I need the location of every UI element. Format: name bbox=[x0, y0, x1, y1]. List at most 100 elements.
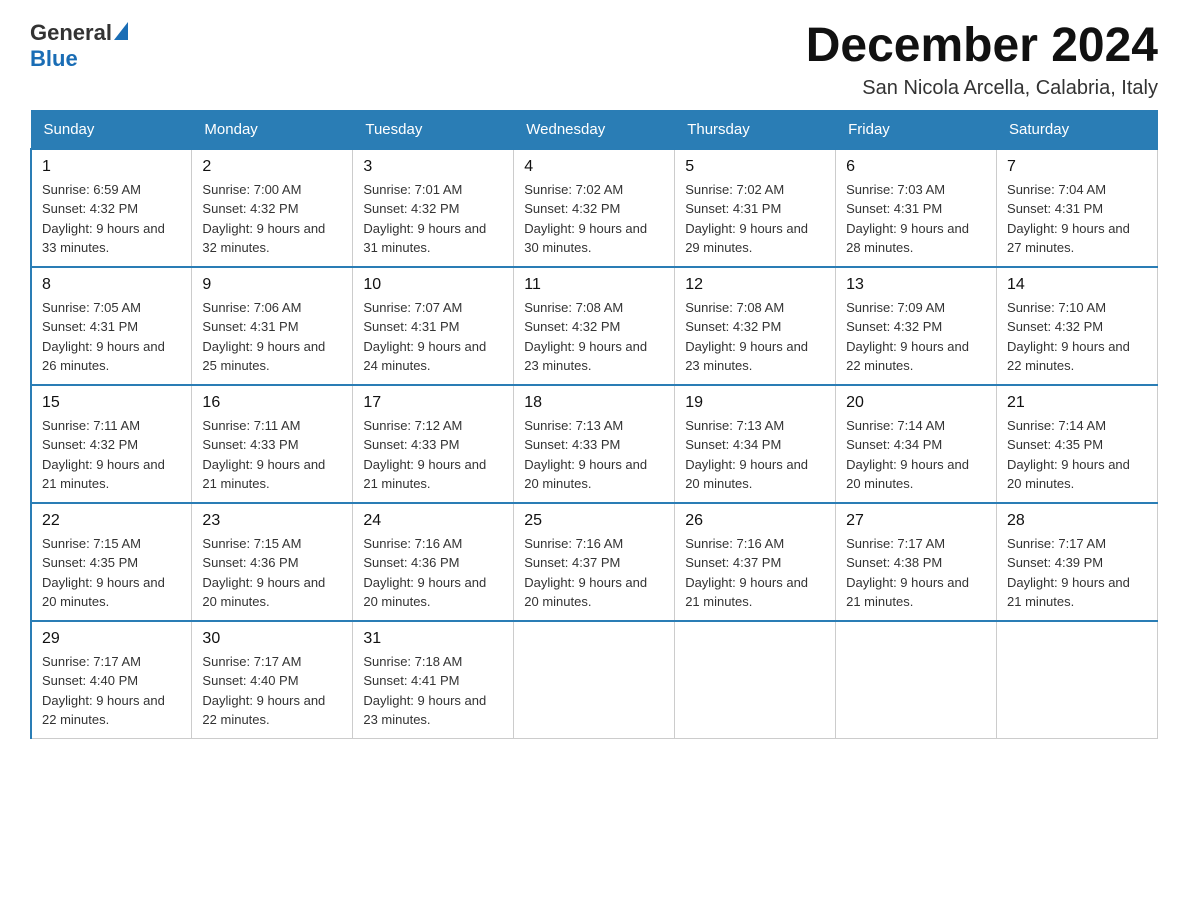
calendar-cell: 11 Sunrise: 7:08 AMSunset: 4:32 PMDayligh… bbox=[514, 267, 675, 385]
day-info: Sunrise: 7:08 AMSunset: 4:32 PMDaylight:… bbox=[524, 298, 664, 376]
day-number: 8 bbox=[42, 276, 181, 294]
day-info: Sunrise: 7:13 AMSunset: 4:33 PMDaylight:… bbox=[524, 416, 664, 494]
day-number: 24 bbox=[363, 512, 503, 530]
day-number: 31 bbox=[363, 630, 503, 648]
day-number: 26 bbox=[685, 512, 825, 530]
logo-blue-text: Blue bbox=[30, 46, 78, 72]
day-number: 3 bbox=[363, 158, 503, 176]
calendar-week-row: 15 Sunrise: 7:11 AMSunset: 4:32 PMDayligh… bbox=[31, 385, 1158, 503]
calendar-cell: 31 Sunrise: 7:18 AMSunset: 4:41 PMDayligh… bbox=[353, 621, 514, 739]
calendar-cell: 17Sunrise: 7:12 AMSunset: 4:33 PMDayligh… bbox=[353, 385, 514, 503]
calendar-week-row: 1Sunrise: 6:59 AMSunset: 4:32 PMDaylight… bbox=[31, 149, 1158, 267]
calendar-table: SundayMondayTuesdayWednesdayThursdayFrid… bbox=[30, 110, 1158, 739]
calendar-cell: 22 Sunrise: 7:15 AMSunset: 4:35 PMDayligh… bbox=[31, 503, 192, 621]
day-number: 4 bbox=[524, 158, 664, 176]
calendar-cell: 21 Sunrise: 7:14 AMSunset: 4:35 PMDayligh… bbox=[997, 385, 1158, 503]
day-number: 22 bbox=[42, 512, 181, 530]
day-info: Sunrise: 7:03 AMSunset: 4:31 PMDaylight:… bbox=[846, 180, 986, 258]
calendar-cell: 6 Sunrise: 7:03 AMSunset: 4:31 PMDaylight… bbox=[836, 149, 997, 267]
day-info: Sunrise: 7:16 AMSunset: 4:37 PMDaylight:… bbox=[685, 534, 825, 612]
calendar-cell: 23Sunrise: 7:15 AMSunset: 4:36 PMDayligh… bbox=[192, 503, 353, 621]
day-number: 11 bbox=[524, 276, 664, 294]
calendar-cell bbox=[836, 621, 997, 739]
day-number: 18 bbox=[524, 394, 664, 412]
calendar-cell: 25 Sunrise: 7:16 AMSunset: 4:37 PMDayligh… bbox=[514, 503, 675, 621]
day-number: 25 bbox=[524, 512, 664, 530]
day-info: Sunrise: 7:11 AMSunset: 4:32 PMDaylight:… bbox=[42, 416, 181, 494]
day-number: 20 bbox=[846, 394, 986, 412]
calendar-cell: 14Sunrise: 7:10 AMSunset: 4:32 PMDayligh… bbox=[997, 267, 1158, 385]
day-number: 9 bbox=[202, 276, 342, 294]
day-of-week-header-friday: Friday bbox=[836, 110, 997, 149]
day-info: Sunrise: 6:59 AMSunset: 4:32 PMDaylight:… bbox=[42, 180, 181, 258]
calendar-cell bbox=[997, 621, 1158, 739]
day-info: Sunrise: 7:09 AMSunset: 4:32 PMDaylight:… bbox=[846, 298, 986, 376]
day-info: Sunrise: 7:17 AMSunset: 4:40 PMDaylight:… bbox=[42, 652, 181, 730]
day-info: Sunrise: 7:15 AMSunset: 4:36 PMDaylight:… bbox=[202, 534, 342, 612]
day-info: Sunrise: 7:02 AMSunset: 4:32 PMDaylight:… bbox=[524, 180, 664, 258]
calendar-cell: 18 Sunrise: 7:13 AMSunset: 4:33 PMDayligh… bbox=[514, 385, 675, 503]
day-number: 14 bbox=[1007, 276, 1147, 294]
day-number: 10 bbox=[363, 276, 503, 294]
day-number: 28 bbox=[1007, 512, 1147, 530]
day-info: Sunrise: 7:02 AMSunset: 4:31 PMDaylight:… bbox=[685, 180, 825, 258]
day-info: Sunrise: 7:18 AMSunset: 4:41 PMDaylight:… bbox=[363, 652, 503, 730]
day-info: Sunrise: 7:15 AMSunset: 4:35 PMDaylight:… bbox=[42, 534, 181, 612]
calendar-cell: 16Sunrise: 7:11 AMSunset: 4:33 PMDayligh… bbox=[192, 385, 353, 503]
calendar-cell: 20 Sunrise: 7:14 AMSunset: 4:34 PMDayligh… bbox=[836, 385, 997, 503]
calendar-cell: 29 Sunrise: 7:17 AMSunset: 4:40 PMDayligh… bbox=[31, 621, 192, 739]
day-info: Sunrise: 7:01 AMSunset: 4:32 PMDaylight:… bbox=[363, 180, 503, 258]
day-number: 13 bbox=[846, 276, 986, 294]
day-info: Sunrise: 7:07 AMSunset: 4:31 PMDaylight:… bbox=[363, 298, 503, 376]
day-number: 19 bbox=[685, 394, 825, 412]
day-number: 6 bbox=[846, 158, 986, 176]
day-info: Sunrise: 7:08 AMSunset: 4:32 PMDaylight:… bbox=[685, 298, 825, 376]
day-number: 17 bbox=[363, 394, 503, 412]
day-number: 21 bbox=[1007, 394, 1147, 412]
calendar-cell bbox=[675, 621, 836, 739]
day-info: Sunrise: 7:17 AMSunset: 4:40 PMDaylight:… bbox=[202, 652, 342, 730]
calendar-cell bbox=[514, 621, 675, 739]
day-info: Sunrise: 7:16 AMSunset: 4:37 PMDaylight:… bbox=[524, 534, 664, 612]
day-of-week-header-tuesday: Tuesday bbox=[353, 110, 514, 149]
day-info: Sunrise: 7:17 AMSunset: 4:38 PMDaylight:… bbox=[846, 534, 986, 612]
calendar-cell: 5 Sunrise: 7:02 AMSunset: 4:31 PMDaylight… bbox=[675, 149, 836, 267]
day-info: Sunrise: 7:00 AMSunset: 4:32 PMDaylight:… bbox=[202, 180, 342, 258]
day-number: 15 bbox=[42, 394, 181, 412]
day-info: Sunrise: 7:14 AMSunset: 4:35 PMDaylight:… bbox=[1007, 416, 1147, 494]
day-info: Sunrise: 7:06 AMSunset: 4:31 PMDaylight:… bbox=[202, 298, 342, 376]
day-info: Sunrise: 7:11 AMSunset: 4:33 PMDaylight:… bbox=[202, 416, 342, 494]
calendar-cell: 24 Sunrise: 7:16 AMSunset: 4:36 PMDayligh… bbox=[353, 503, 514, 621]
day-of-week-header-sunday: Sunday bbox=[31, 110, 192, 149]
calendar-cell: 3 Sunrise: 7:01 AMSunset: 4:32 PMDaylight… bbox=[353, 149, 514, 267]
calendar-cell: 13 Sunrise: 7:09 AMSunset: 4:32 PMDayligh… bbox=[836, 267, 997, 385]
calendar-cell: 27Sunrise: 7:17 AMSunset: 4:38 PMDayligh… bbox=[836, 503, 997, 621]
calendar-cell: 2 Sunrise: 7:00 AMSunset: 4:32 PMDaylight… bbox=[192, 149, 353, 267]
day-info: Sunrise: 7:17 AMSunset: 4:39 PMDaylight:… bbox=[1007, 534, 1147, 612]
calendar-cell: 19 Sunrise: 7:13 AMSunset: 4:34 PMDayligh… bbox=[675, 385, 836, 503]
calendar-week-row: 29 Sunrise: 7:17 AMSunset: 4:40 PMDayligh… bbox=[31, 621, 1158, 739]
location-subtitle: San Nicola Arcella, Calabria, Italy bbox=[806, 77, 1158, 100]
logo: General Blue bbox=[30, 20, 128, 72]
day-number: 30 bbox=[202, 630, 342, 648]
calendar-cell: 28 Sunrise: 7:17 AMSunset: 4:39 PMDayligh… bbox=[997, 503, 1158, 621]
day-number: 2 bbox=[202, 158, 342, 176]
calendar-cell: 26 Sunrise: 7:16 AMSunset: 4:37 PMDayligh… bbox=[675, 503, 836, 621]
calendar-cell: 30 Sunrise: 7:17 AMSunset: 4:40 PMDayligh… bbox=[192, 621, 353, 739]
calendar-cell: 9 Sunrise: 7:06 AMSunset: 4:31 PMDaylight… bbox=[192, 267, 353, 385]
calendar-week-row: 22 Sunrise: 7:15 AMSunset: 4:35 PMDayligh… bbox=[31, 503, 1158, 621]
calendar-week-row: 8Sunrise: 7:05 AMSunset: 4:31 PMDaylight… bbox=[31, 267, 1158, 385]
day-info: Sunrise: 7:16 AMSunset: 4:36 PMDaylight:… bbox=[363, 534, 503, 612]
day-number: 29 bbox=[42, 630, 181, 648]
day-number: 5 bbox=[685, 158, 825, 176]
calendar-cell: 8Sunrise: 7:05 AMSunset: 4:31 PMDaylight… bbox=[31, 267, 192, 385]
logo-triangle-icon bbox=[114, 22, 128, 40]
day-info: Sunrise: 7:13 AMSunset: 4:34 PMDaylight:… bbox=[685, 416, 825, 494]
day-info: Sunrise: 7:14 AMSunset: 4:34 PMDaylight:… bbox=[846, 416, 986, 494]
day-of-week-header-saturday: Saturday bbox=[997, 110, 1158, 149]
calendar-cell: 1Sunrise: 6:59 AMSunset: 4:32 PMDaylight… bbox=[31, 149, 192, 267]
month-title: December 2024 bbox=[806, 20, 1158, 73]
calendar-cell: 4 Sunrise: 7:02 AMSunset: 4:32 PMDaylight… bbox=[514, 149, 675, 267]
day-number: 7 bbox=[1007, 158, 1147, 176]
day-info: Sunrise: 7:04 AMSunset: 4:31 PMDaylight:… bbox=[1007, 180, 1147, 258]
